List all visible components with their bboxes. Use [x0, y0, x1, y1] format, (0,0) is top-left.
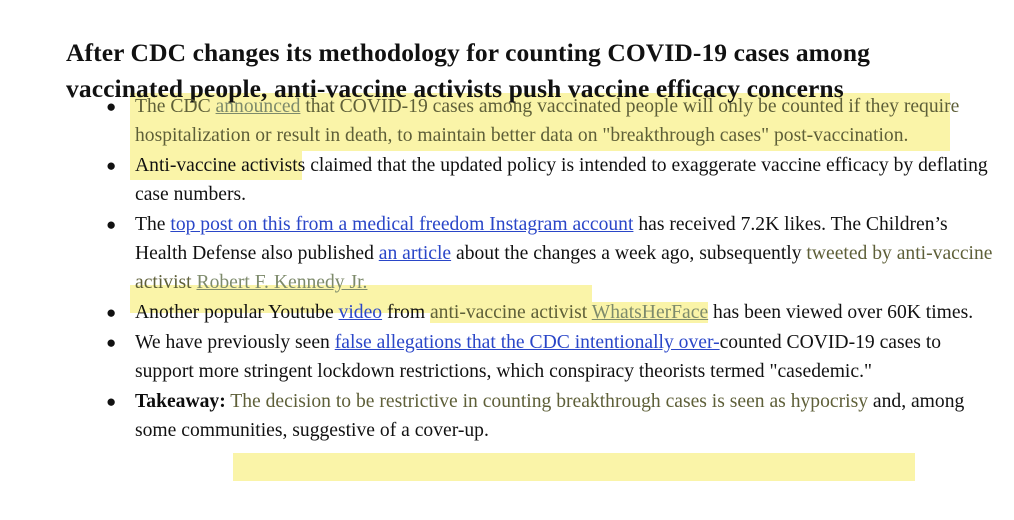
text-run: from	[382, 302, 430, 323]
text-run: has been viewed over 60K times.	[708, 302, 974, 323]
takeaway-label: Takeaway:	[135, 391, 226, 412]
list-item-youtube-video: ● Another popular Youtube video from ant…	[98, 298, 998, 327]
document-page: After CDC changes its methodology for co…	[0, 0, 1014, 520]
link-an-article[interactable]: an article	[379, 243, 451, 264]
link-robert-f-kennedy-jr[interactable]: Robert F. Kennedy Jr.	[197, 272, 368, 293]
bullet-marker-icon: ●	[106, 303, 117, 322]
highlight-band-bullet6-line1	[233, 453, 915, 481]
text-run: The CDC	[135, 96, 216, 117]
bullet-text: Takeaway: The decision to be restrictive…	[135, 387, 998, 445]
text-run: about the changes a week ago, subsequent…	[451, 243, 807, 264]
link-false-allegations[interactable]: false allegations that the CDC intention…	[335, 332, 720, 353]
bullet-marker-icon: ●	[106, 215, 117, 234]
bullet-marker-icon: ●	[106, 97, 117, 116]
list-item-false-allegations: ● We have previously seen false allegati…	[98, 328, 998, 386]
list-item-top-post: ● The top post on this from a medical fr…	[98, 210, 998, 297]
bullet-text: The CDC announced that COVID-19 cases am…	[135, 92, 998, 150]
link-announced[interactable]: announced	[216, 96, 301, 117]
text-run-highlighted: anti-vaccine activist	[429, 302, 592, 323]
text-run: Anti-vaccine activists claimed that the …	[135, 155, 988, 205]
text-run: The	[135, 214, 171, 235]
list-item-takeaway: ● Takeaway: The decision to be restricti…	[98, 387, 998, 445]
bullet-marker-icon: ●	[106, 156, 117, 175]
link-top-post[interactable]: top post on this from a medical freedom …	[170, 214, 633, 235]
text-run-highlighted: The decision to be restrictive in counti…	[225, 391, 868, 412]
bullet-text: We have previously seen false allegation…	[135, 328, 998, 386]
bullet-marker-icon: ●	[106, 392, 117, 411]
link-whatsherface[interactable]: WhatsHerFace	[591, 302, 709, 323]
list-item-cdc-announcement: ● The CDC announced that COVID-19 cases …	[98, 92, 998, 150]
bullet-text: Another popular Youtube video from anti-…	[135, 298, 998, 327]
bullet-list: ● The CDC announced that COVID-19 cases …	[98, 92, 998, 445]
text-run: Another popular Youtube	[135, 302, 339, 323]
bullet-text: The top post on this from a medical free…	[135, 210, 998, 297]
text-run: We have previously seen	[135, 332, 335, 353]
list-item-activist-claim: ● Anti-vaccine activists claimed that th…	[98, 151, 998, 209]
bullet-marker-icon: ●	[106, 333, 117, 352]
link-video[interactable]: video	[339, 302, 383, 323]
bullet-text: Anti-vaccine activists claimed that the …	[135, 151, 998, 209]
